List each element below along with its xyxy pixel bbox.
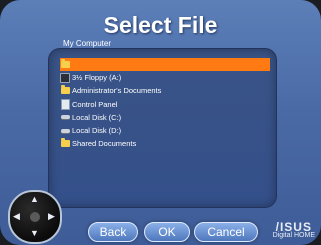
- disk-icon: [60, 112, 70, 122]
- dialog-title: Select File: [103, 12, 218, 38]
- list-item-admin-documents[interactable]: Administrator's Documents: [60, 84, 270, 97]
- list-item-control-panel[interactable]: Control Panel: [60, 98, 270, 111]
- left-arrow-icon[interactable]: ◀: [13, 211, 20, 222]
- down-arrow-icon[interactable]: ▼: [30, 228, 39, 238]
- control-panel-icon: [60, 98, 70, 110]
- list-item-label: Local Disk (C:): [72, 112, 122, 122]
- list-item-label: Control Panel: [72, 99, 118, 109]
- list-item-label: Shared Documents: [72, 139, 137, 149]
- folder-icon: [60, 59, 70, 70]
- select-file-screen: Select File My Computer 3½ Floppy (A:) A…: [0, 0, 321, 245]
- disk-icon: [60, 126, 70, 136]
- brand-subtitle: Digital HOME: [272, 232, 315, 239]
- ok-button[interactable]: OK: [144, 222, 190, 242]
- current-location: My Computer: [63, 39, 112, 48]
- up-arrow-icon[interactable]: ▲: [30, 194, 39, 204]
- remote-dpad[interactable]: ▲ ▼ ◀ ▶: [8, 190, 62, 244]
- list-item-label: 3½ Floppy (A:): [72, 73, 122, 83]
- cancel-button[interactable]: Cancel: [194, 222, 258, 242]
- brand-logo: /ISUS Digital HOME: [273, 220, 315, 239]
- list-item-local-disk-d[interactable]: Local Disk (D:): [60, 124, 270, 137]
- right-arrow-icon[interactable]: ▶: [48, 211, 55, 222]
- folder-icon: [60, 138, 70, 149]
- list-item-selected[interactable]: [60, 58, 270, 72]
- list-item-label: Local Disk (D:): [72, 126, 122, 136]
- list-item-label: Administrator's Documents: [72, 86, 162, 96]
- back-button[interactable]: Back: [88, 222, 138, 242]
- folder-icon: [60, 85, 70, 96]
- file-list: 3½ Floppy (A:) Administrator's Documents…: [60, 58, 270, 150]
- list-item-local-disk-c[interactable]: Local Disk (C:): [60, 111, 270, 124]
- list-item-floppy[interactable]: 3½ Floppy (A:): [60, 71, 270, 84]
- floppy-icon: [60, 72, 70, 83]
- list-item-shared-documents[interactable]: Shared Documents: [60, 137, 270, 150]
- dpad-center-button[interactable]: [30, 212, 40, 222]
